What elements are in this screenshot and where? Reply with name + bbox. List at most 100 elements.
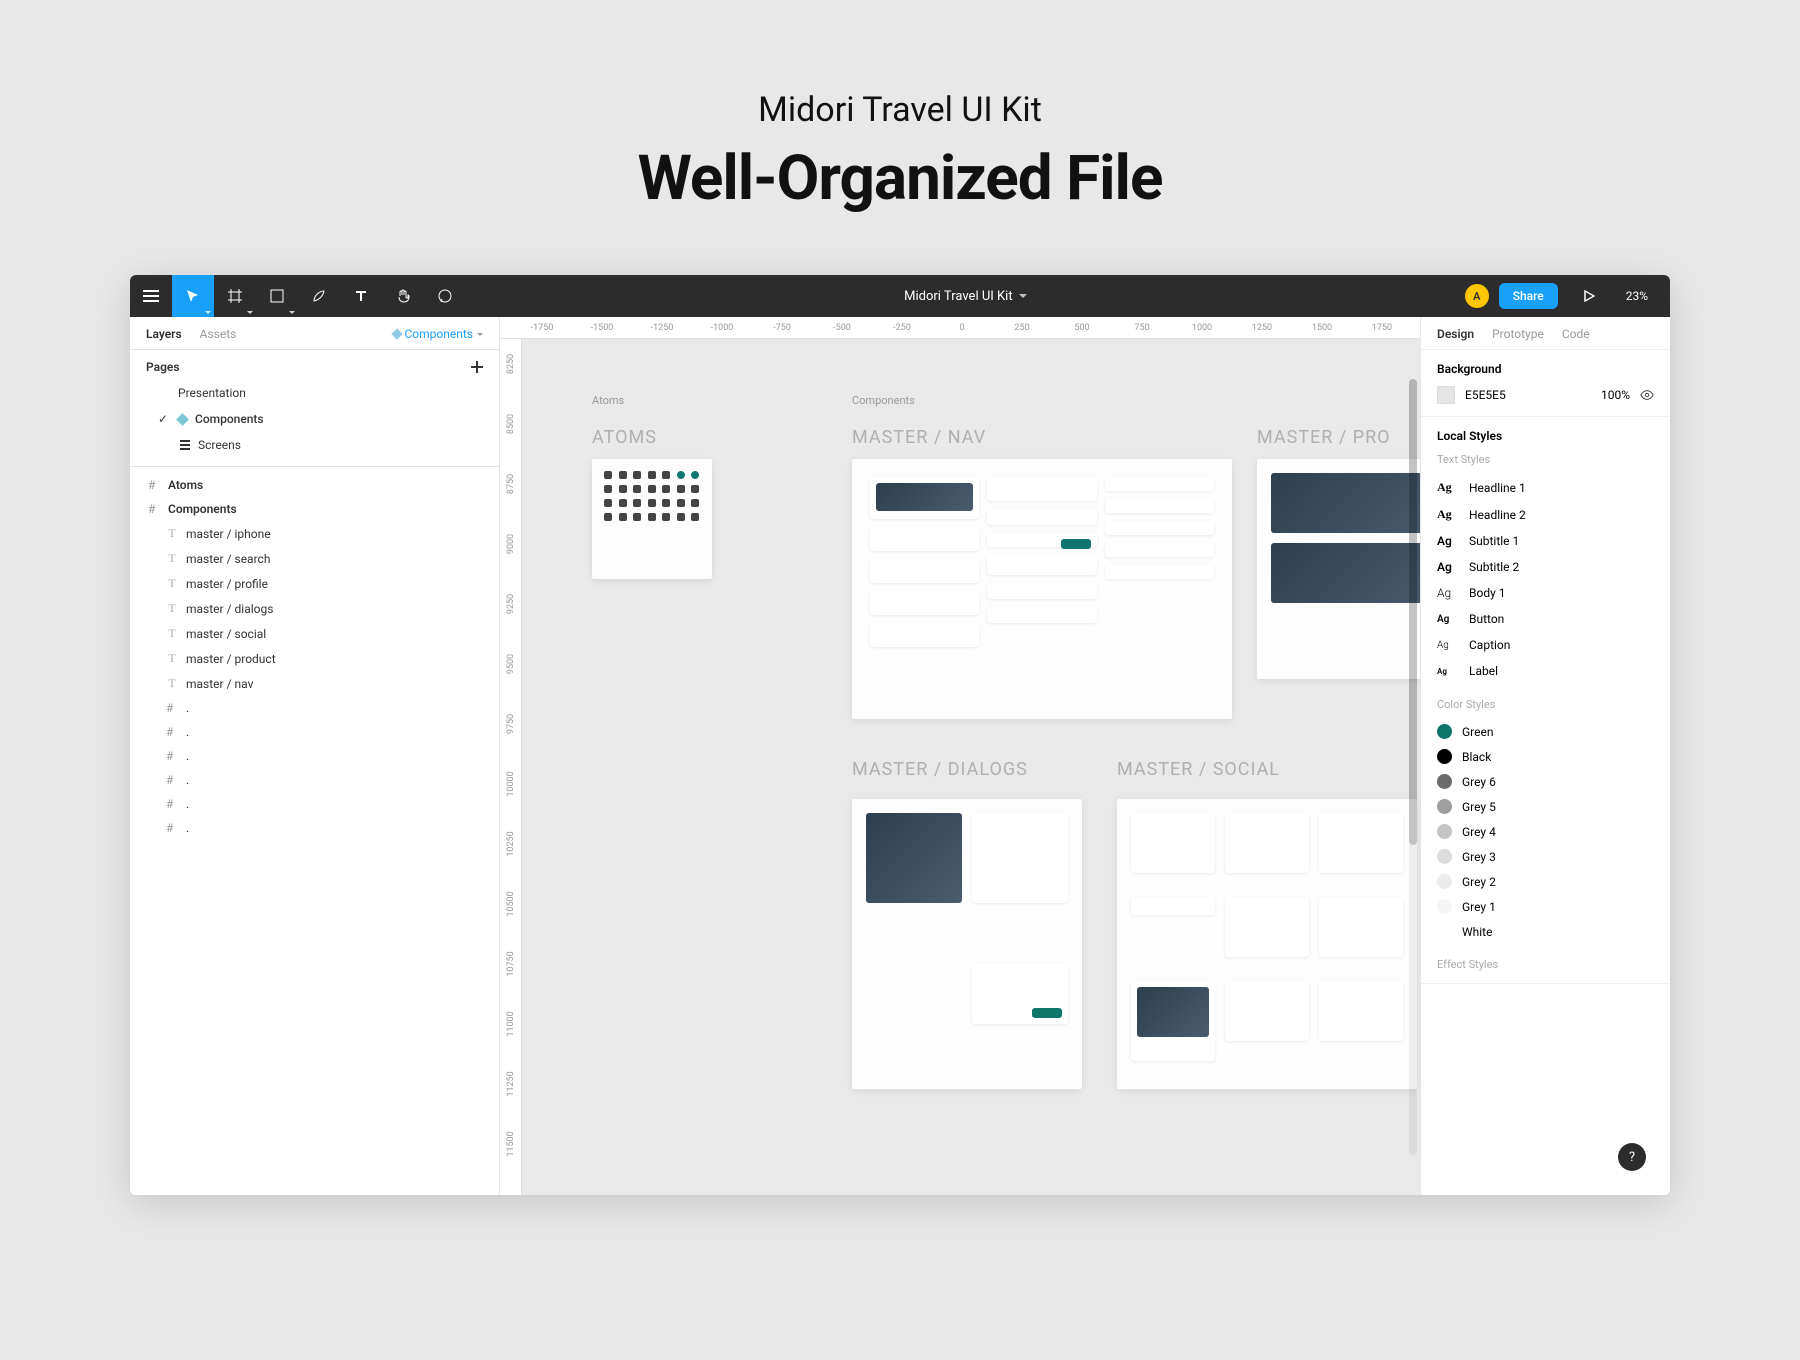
component-icon: [391, 328, 402, 339]
color-style-row[interactable]: Grey 1: [1437, 894, 1654, 919]
frame-title-atoms: ATOMS: [592, 427, 657, 448]
layer-item[interactable]: #.: [130, 720, 499, 744]
tab-assets[interactable]: Assets: [200, 327, 237, 341]
text-icon: T: [166, 551, 178, 566]
text-style-row[interactable]: AgBody 1: [1437, 580, 1654, 606]
frame-tool[interactable]: [214, 275, 256, 317]
text-style-row[interactable]: AgHeadline 2: [1437, 501, 1654, 528]
file-name[interactable]: Midori Travel UI Kit: [466, 289, 1465, 304]
thumb-nav[interactable]: [852, 459, 1232, 719]
text-style-row[interactable]: AgCaption: [1437, 632, 1654, 658]
layer-label: .: [186, 797, 189, 811]
layer-item[interactable]: Tmaster / search: [130, 546, 499, 571]
style-label: Button: [1469, 612, 1504, 626]
bg-opacity[interactable]: 100%: [1601, 388, 1630, 402]
color-swatch: [1437, 824, 1452, 839]
layer-item[interactable]: Tmaster / product: [130, 646, 499, 671]
style-label: Body 1: [1469, 586, 1506, 600]
move-tool[interactable]: [172, 275, 214, 317]
thumb-social[interactable]: [1117, 799, 1417, 1089]
text-icon: T: [166, 651, 178, 666]
text-style-row[interactable]: AgSubtitle 1: [1437, 528, 1654, 554]
bg-hex[interactable]: E5E5E5: [1465, 388, 1591, 402]
layer-item[interactable]: Tmaster / iphone: [130, 521, 499, 546]
add-page-button[interactable]: [471, 361, 483, 373]
layer-item[interactable]: Tmaster / profile: [130, 571, 499, 596]
menu-button[interactable]: [130, 275, 172, 317]
page-item-components[interactable]: ✓ Components: [130, 406, 499, 432]
filter-label: Components: [405, 327, 474, 341]
hand-tool[interactable]: [382, 275, 424, 317]
user-avatar[interactable]: A: [1465, 284, 1489, 308]
canvas[interactable]: -1750 -1500 -1250 -1000 -750 -500 -250 0…: [500, 317, 1420, 1195]
text-style-row[interactable]: AgSubtitle 2: [1437, 554, 1654, 580]
layer-label: master / nav: [186, 677, 253, 691]
page-item-screens[interactable]: ✓ Screens: [130, 432, 499, 458]
text-styles-title: Text Styles: [1437, 453, 1654, 466]
text-tool[interactable]: [340, 275, 382, 317]
color-style-row[interactable]: White: [1437, 919, 1654, 944]
comment-tool[interactable]: [424, 275, 466, 317]
frame-icon: #: [166, 797, 178, 811]
color-style-row[interactable]: Grey 5: [1437, 794, 1654, 819]
help-button[interactable]: ?: [1618, 1143, 1646, 1171]
layer-item[interactable]: Tmaster / nav: [130, 671, 499, 696]
text-style-row[interactable]: AgButton: [1437, 606, 1654, 632]
text-icon: T: [166, 601, 178, 616]
color-style-row[interactable]: Grey 6: [1437, 769, 1654, 794]
tab-design[interactable]: Design: [1437, 327, 1474, 341]
thumb-dialogs[interactable]: [852, 799, 1082, 1089]
layer-label: master / social: [186, 627, 266, 641]
left-panel: Layers Assets Components Pages ✓: [130, 317, 500, 1195]
style-label: Subtitle 1: [1469, 534, 1519, 548]
color-style-row[interactable]: Grey 3: [1437, 844, 1654, 869]
layer-item[interactable]: #.: [130, 744, 499, 768]
color-label: Grey 5: [1462, 800, 1496, 814]
page-label: Components: [195, 412, 264, 426]
present-button[interactable]: [1568, 275, 1610, 317]
layer-label: .: [186, 725, 189, 739]
frame-label-components[interactable]: Components: [852, 394, 915, 407]
text-icon: T: [166, 576, 178, 591]
layer-item[interactable]: Tmaster / dialogs: [130, 596, 499, 621]
layer-label: master / iphone: [186, 527, 271, 541]
layer-item[interactable]: #.: [130, 696, 499, 720]
layer-frame-components[interactable]: # Components: [130, 497, 499, 521]
thumb-atoms[interactable]: [592, 459, 712, 579]
tab-layers[interactable]: Layers: [146, 327, 182, 341]
bg-swatch[interactable]: [1437, 386, 1455, 404]
shape-tool[interactable]: [256, 275, 298, 317]
layer-frame-atoms[interactable]: # Atoms: [130, 473, 499, 497]
tab-code[interactable]: Code: [1562, 327, 1590, 341]
frame-icon: #: [166, 749, 178, 763]
color-style-row[interactable]: Green: [1437, 719, 1654, 744]
zoom-control[interactable]: 23%: [1620, 289, 1658, 303]
frame-label-atoms[interactable]: Atoms: [592, 394, 624, 407]
text-style-row[interactable]: AgHeadline 1: [1437, 474, 1654, 501]
page-label: Screens: [198, 438, 241, 452]
pen-tool[interactable]: [298, 275, 340, 317]
layer-item[interactable]: #.: [130, 816, 499, 840]
share-button[interactable]: Share: [1499, 283, 1558, 309]
check-icon: ✓: [158, 412, 170, 426]
text-icon: T: [166, 526, 178, 541]
components-filter[interactable]: Components: [393, 327, 484, 341]
layer-label: .: [186, 749, 189, 763]
thumb-pro[interactable]: [1257, 459, 1420, 679]
color-label: White: [1462, 925, 1492, 939]
layer-label: master / profile: [186, 577, 268, 591]
color-style-row[interactable]: Black: [1437, 744, 1654, 769]
layer-item[interactable]: Tmaster / social: [130, 621, 499, 646]
page-item-presentation[interactable]: ✓ Presentation: [130, 380, 499, 406]
canvas-scrollbar[interactable]: [1409, 379, 1417, 1155]
layer-item[interactable]: #.: [130, 768, 499, 792]
frame-title-pro: MASTER / PRO: [1257, 427, 1391, 448]
text-style-row[interactable]: AgLabel: [1437, 658, 1654, 684]
color-swatch: [1437, 749, 1452, 764]
color-style-row[interactable]: Grey 4: [1437, 819, 1654, 844]
visibility-icon[interactable]: [1640, 388, 1654, 402]
frame-icon: #: [148, 502, 160, 516]
color-style-row[interactable]: Grey 2: [1437, 869, 1654, 894]
layer-item[interactable]: #.: [130, 792, 499, 816]
tab-prototype[interactable]: Prototype: [1492, 327, 1544, 341]
